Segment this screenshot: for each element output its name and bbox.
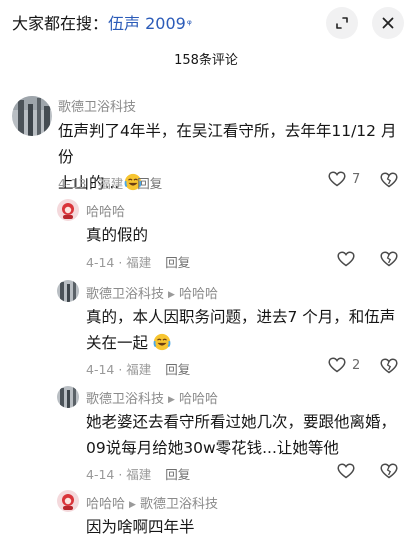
comment-author[interactable]: 歌德卫浴科技	[58, 96, 136, 115]
dislike-button[interactable]	[380, 172, 398, 192]
like-button[interactable]: 2	[328, 357, 360, 373]
avatar[interactable]	[57, 386, 79, 408]
avatar[interactable]	[57, 280, 79, 302]
reply-button[interactable]: 回复	[165, 467, 190, 482]
expand-button[interactable]	[326, 7, 358, 39]
heart-icon	[328, 357, 346, 373]
comment-text: 真的假的	[86, 226, 149, 244]
search-icon: ᵠ	[186, 17, 192, 31]
like-count: 2	[352, 357, 361, 373]
comment-author[interactable]: 哈哈哈	[86, 201, 125, 220]
like-count: 7	[352, 171, 361, 187]
like-button[interactable]: 7	[328, 171, 360, 187]
reply-arrow-icon: ▶	[168, 290, 175, 300]
comment-author: 歌德卫浴科技 ▶ 哈哈哈	[86, 287, 218, 302]
close-button[interactable]	[372, 7, 404, 39]
comment-count: 158条评论	[174, 53, 238, 68]
comment-text: 她老婆还去看守所看过她几次，要跟他离婚， 09说每月给她30w零花钱...让她等…	[86, 413, 397, 457]
comment-text: 因为啥啊四年半	[86, 518, 195, 536]
broken-heart-icon	[380, 358, 398, 374]
avatar-image	[57, 280, 79, 302]
comment-meta: 4-14 · 福建 回复	[86, 362, 191, 377]
reply-arrow-icon: ▶	[129, 500, 136, 510]
expand-icon	[336, 17, 348, 29]
comment-meta: 4-13 · 福建 回复	[58, 176, 163, 191]
broken-heart-icon	[380, 172, 398, 188]
heart-icon	[328, 171, 346, 187]
comment-meta: 4-14 · 福建 回复	[86, 467, 191, 482]
reply-button[interactable]: 回复	[165, 362, 190, 377]
broken-heart-icon	[380, 251, 398, 267]
heart-icon	[337, 251, 355, 267]
top-bar: 大家都在搜：伍声 2009ᵠ	[0, 0, 412, 46]
reply-button[interactable]: 回复	[165, 255, 190, 270]
search-prefix: 大家都在搜：	[12, 14, 109, 33]
close-icon	[382, 17, 394, 29]
search-suggestion[interactable]: 大家都在搜：伍声 2009ᵠ	[12, 10, 192, 34]
avatar[interactable]	[12, 96, 52, 136]
reply-arrow-icon: ▶	[168, 395, 175, 405]
dislike-button[interactable]	[380, 463, 398, 483]
avatar-image	[12, 96, 52, 136]
avatar[interactable]	[57, 199, 79, 221]
comment-meta: 4-14 · 福建 回复	[86, 255, 191, 270]
like-button[interactable]	[337, 251, 355, 267]
broken-heart-icon	[380, 463, 398, 479]
reply-button[interactable]: 回复	[137, 176, 162, 191]
comment-text: 真的，本人因职务问题，进去7 个月，和伍声 关在一起	[86, 308, 396, 352]
dislike-button[interactable]	[380, 251, 398, 271]
avatar[interactable]	[57, 490, 79, 512]
avatar-image	[57, 490, 79, 512]
like-button[interactable]	[337, 463, 355, 479]
avatar-image	[57, 199, 79, 221]
search-keyword[interactable]: 伍声 2009	[108, 14, 186, 33]
crying-laughing-emoji-icon	[153, 333, 171, 351]
comment-author: 歌德卫浴科技 ▶ 哈哈哈	[86, 392, 218, 407]
comment-author: 哈哈哈 ▶ 歌德卫浴科技	[86, 497, 218, 512]
dislike-button[interactable]	[380, 358, 398, 378]
heart-icon	[337, 463, 355, 479]
avatar-image	[57, 386, 79, 408]
